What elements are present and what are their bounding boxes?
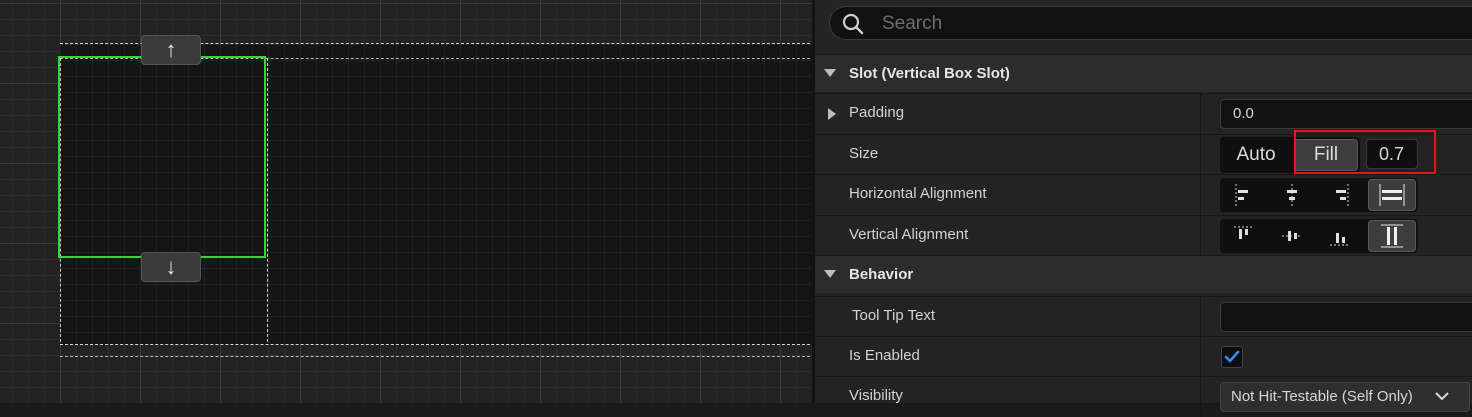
selected-child-widget[interactable] [58,56,266,258]
label-tooltip-text: Tool Tip Text [852,307,936,324]
left-align-icon [1235,184,1248,206]
row-visibility: Visibility Not Hit-Testable (Self Only) [815,376,1472,417]
section-header-slot[interactable]: Slot (Vertical Box Slot) [815,54,1472,92]
padding-input[interactable]: 0.0 [1220,99,1472,129]
column-divider [1200,216,1201,256]
center-align-icon [1282,231,1302,241]
section-title-slot: Slot (Vertical Box Slot) [849,65,1010,82]
h-align-center-button[interactable] [1270,179,1314,211]
fill-align-icon [1381,224,1403,248]
label-is-enabled: Is Enabled [849,347,920,364]
padding-value: 0.0 [1233,105,1254,122]
column-divider [1200,337,1201,377]
column-divider [1200,94,1201,134]
bottom-align-icon [1330,233,1350,246]
annotation-highlight-box [1294,130,1436,174]
arrow-up-icon: ↑ [165,37,177,62]
center-align-icon [1287,184,1297,206]
fill-align-icon [1379,184,1405,206]
top-align-icon [1234,226,1254,239]
v-align-fill-button[interactable] [1368,220,1416,252]
label-size: Size [849,145,879,162]
horizontal-alignment-selector [1220,178,1418,212]
column-divider [1200,297,1201,337]
row-tooltip-text: Tool Tip Text [815,296,1472,337]
column-divider [1200,377,1201,417]
label-vertical-alignment: Vertical Alignment [849,226,969,243]
checkmark-icon [1224,350,1240,363]
h-align-right-button[interactable] [1318,179,1362,211]
row-padding: Padding 0.0 [815,93,1472,134]
search-icon [842,13,864,35]
h-align-fill-button[interactable] [1368,179,1416,211]
is-enabled-checkbox[interactable] [1221,346,1243,368]
slot-guide-bottom [60,356,812,357]
label-padding: Padding [849,104,905,121]
move-down-button[interactable]: ↓ [141,252,201,282]
search-bar[interactable]: Search [829,6,1472,40]
v-align-bottom-button[interactable] [1318,220,1362,252]
h-align-left-button[interactable] [1222,179,1266,211]
chevron-down-icon [1435,392,1449,401]
chevron-down-icon [824,270,836,278]
tooltip-text-input[interactable] [1220,302,1472,332]
label-visibility: Visibility [849,387,903,404]
right-align-icon [1336,184,1349,206]
chevron-down-icon [824,69,836,77]
details-panel: Search Slot (Vertical Box Slot) Padding … [812,0,1472,417]
arrow-down-icon: ↓ [165,254,177,279]
v-align-center-button[interactable] [1270,220,1314,252]
move-up-button[interactable]: ↑ [141,35,201,65]
vertical-alignment-selector [1220,219,1418,253]
row-vertical-alignment: Vertical Alignment [815,215,1472,256]
column-divider [1200,135,1201,175]
section-title-behavior: Behavior [849,266,914,283]
size-auto-label: Auto [1236,144,1276,165]
label-horizontal-alignment: Horizontal Alignment [849,185,987,202]
chevron-right-icon[interactable] [827,107,837,121]
row-is-enabled: Is Enabled [815,336,1472,377]
section-header-behavior[interactable]: Behavior [815,255,1472,293]
v-align-top-button[interactable] [1222,220,1266,252]
size-auto-button[interactable]: Auto [1222,139,1290,171]
column-divider [1200,175,1201,215]
search-input[interactable]: Search [882,13,942,35]
visibility-value: Not Hit-Testable (Self Only) [1231,388,1413,405]
visibility-dropdown[interactable]: Not Hit-Testable (Self Only) [1220,382,1470,412]
designer-canvas[interactable]: ↑ ↓ [0,0,812,403]
row-horizontal-alignment: Horizontal Alignment [815,174,1472,215]
